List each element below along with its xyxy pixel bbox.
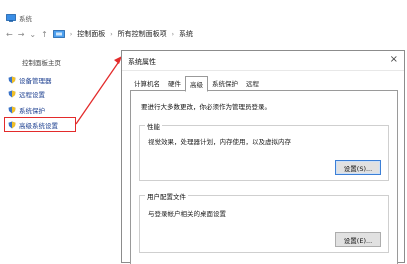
user-profiles-group: 用户配置文件 与登录帐户相关的桌面设置 设置(E)...: [139, 191, 389, 253]
tab-bar: 计算机名 硬件 高级 系统保护 远程: [130, 76, 263, 92]
pointer-arrow-icon: [75, 56, 122, 125]
user-profiles-settings-button[interactable]: 设置(E)...: [335, 232, 381, 247]
user-profiles-legend: 用户配置文件: [145, 191, 188, 201]
user-profiles-description: 与登录帐户相关的桌面设置: [148, 210, 226, 218]
admin-note: 要进行大多数更改，你必须作为管理员登录。: [141, 103, 271, 111]
tab-hardware[interactable]: 硬件: [164, 77, 185, 89]
breadcrumb-separator-icon: ›: [171, 30, 175, 38]
performance-description: 视觉效果，处理器计划，内存使用，以及虚拟内存: [148, 138, 291, 146]
dialog-title: 系统属性: [128, 58, 156, 66]
performance-legend: 性能: [145, 121, 162, 131]
tab-panel-advanced: 要进行大多数更改，你必须作为管理员登录。 性能 视觉效果，处理器计划，内存使用，…: [130, 90, 398, 264]
divider: [122, 70, 404, 71]
tab-advanced[interactable]: 高级: [185, 76, 208, 92]
system-properties-dialog: 系统属性 × 计算机名 硬件 高级 系统保护 远程 要进行大多数更改，你必须作为…: [121, 50, 405, 264]
breadcrumb-system[interactable]: 系统: [179, 29, 193, 39]
close-icon[interactable]: ×: [390, 54, 398, 65]
tab-remote[interactable]: 远程: [242, 77, 263, 89]
tab-system-protection[interactable]: 系统保护: [208, 77, 242, 89]
performance-settings-button[interactable]: 设置(S)...: [335, 160, 381, 175]
tab-computer-name[interactable]: 计算机名: [130, 77, 164, 89]
performance-group: 性能 视觉效果，处理器计划，内存使用，以及虚拟内存 设置(S)...: [139, 121, 389, 181]
